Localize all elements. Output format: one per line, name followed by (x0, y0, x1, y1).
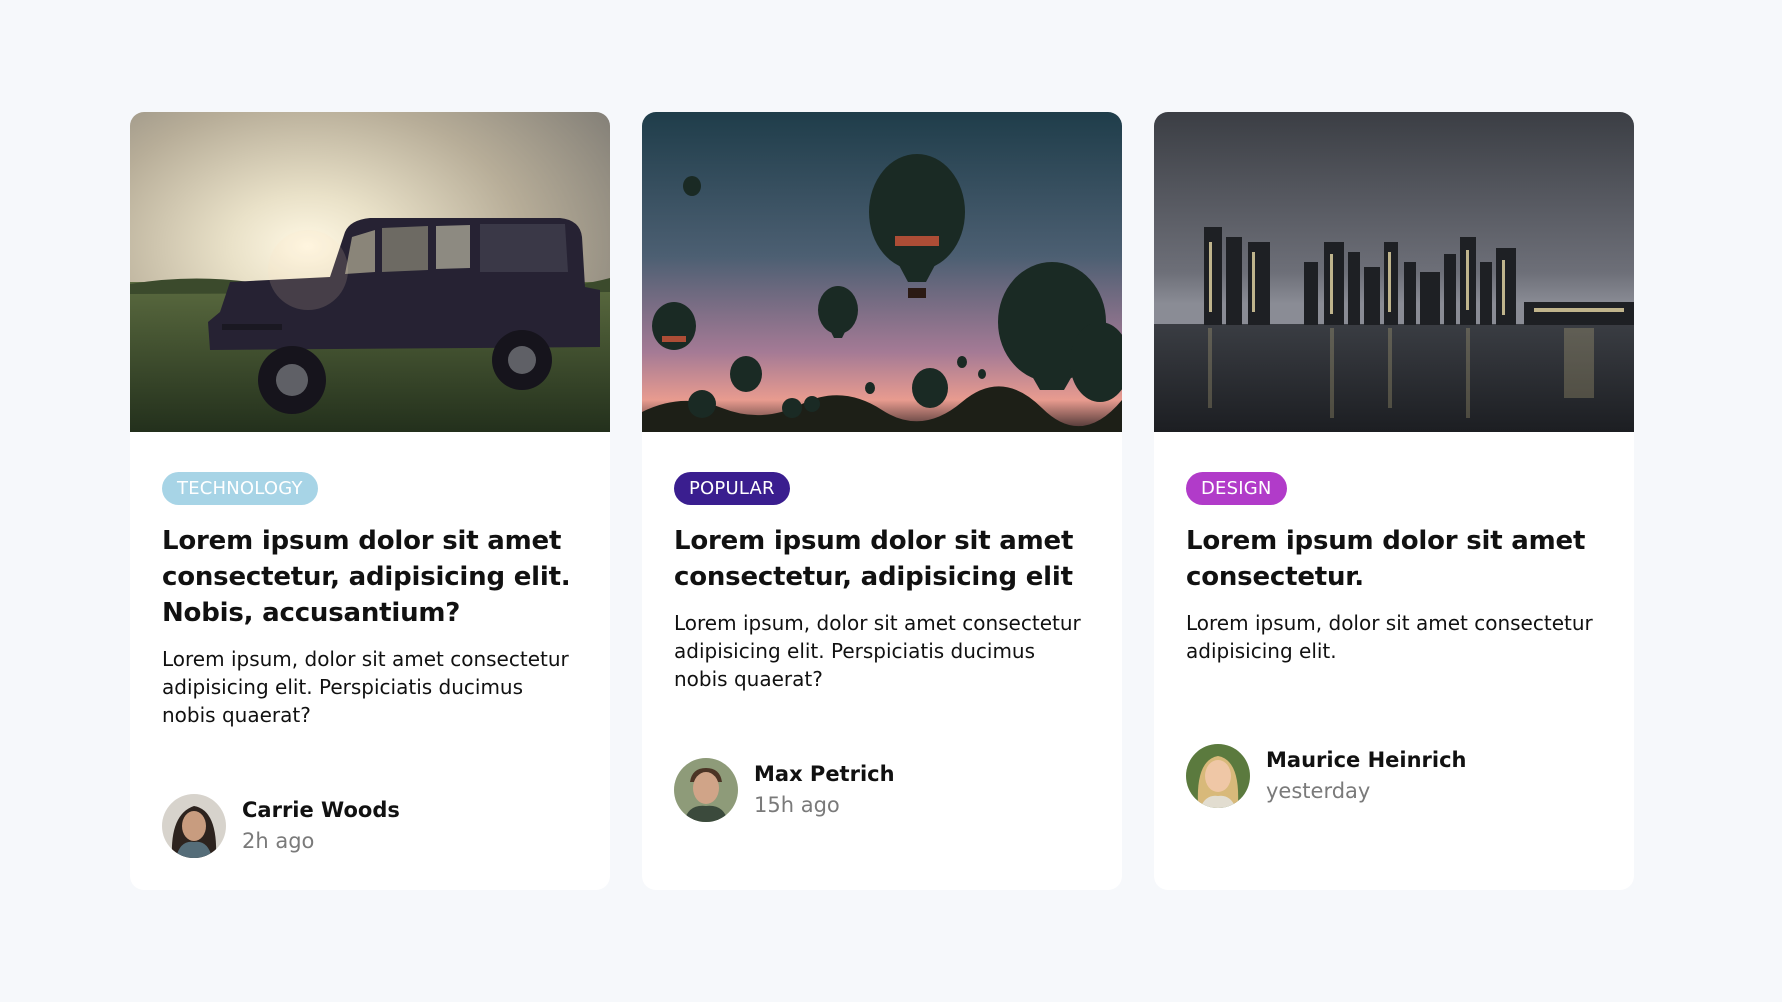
author-avatar[interactable] (1186, 744, 1250, 808)
card-image-city-skyline[interactable] (1154, 112, 1634, 432)
article-card-technology[interactable]: TECHNOLOGY Lorem ipsum dolor sit amet co… (130, 112, 610, 890)
tag-badge[interactable]: TECHNOLOGY (162, 472, 318, 505)
card-description: Lorem ipsum, dolor sit amet consectetur … (1186, 611, 1593, 663)
tag-badge[interactable]: POPULAR (674, 472, 790, 505)
card-title[interactable]: Lorem ipsum dolor sit amet consectetur, … (162, 523, 578, 631)
author-name[interactable]: Max Petrich (754, 759, 895, 789)
author-name[interactable]: Maurice Heinrich (1266, 745, 1467, 775)
article-card-popular[interactable]: POPULAR Lorem ipsum dolor sit amet conse… (642, 112, 1122, 890)
card-description: Lorem ipsum, dolor sit amet consectetur … (162, 647, 569, 727)
author-name[interactable]: Carrie Woods (242, 795, 400, 825)
tag-badge[interactable]: DESIGN (1186, 472, 1287, 505)
card-title[interactable]: Lorem ipsum dolor sit amet consectetur. (1186, 523, 1602, 595)
author-block: Max Petrich 15h ago (674, 758, 895, 822)
author-avatar[interactable] (674, 758, 738, 822)
card-title[interactable]: Lorem ipsum dolor sit amet consectetur, … (674, 523, 1090, 595)
card-image-balloons[interactable] (642, 112, 1122, 432)
card-image-jeep[interactable] (130, 112, 610, 432)
card-grid: TECHNOLOGY Lorem ipsum dolor sit amet co… (130, 112, 1634, 890)
post-time: 2h ago (242, 829, 315, 853)
author-avatar[interactable] (162, 794, 226, 858)
post-time: yesterday (1266, 779, 1371, 803)
author-block: Maurice Heinrich yesterday (1186, 744, 1467, 808)
post-time: 15h ago (754, 793, 840, 817)
author-block: Carrie Woods 2h ago (162, 794, 400, 858)
card-description: Lorem ipsum, dolor sit amet consectetur … (674, 611, 1081, 691)
article-card-design[interactable]: DESIGN Lorem ipsum dolor sit amet consec… (1154, 112, 1634, 890)
